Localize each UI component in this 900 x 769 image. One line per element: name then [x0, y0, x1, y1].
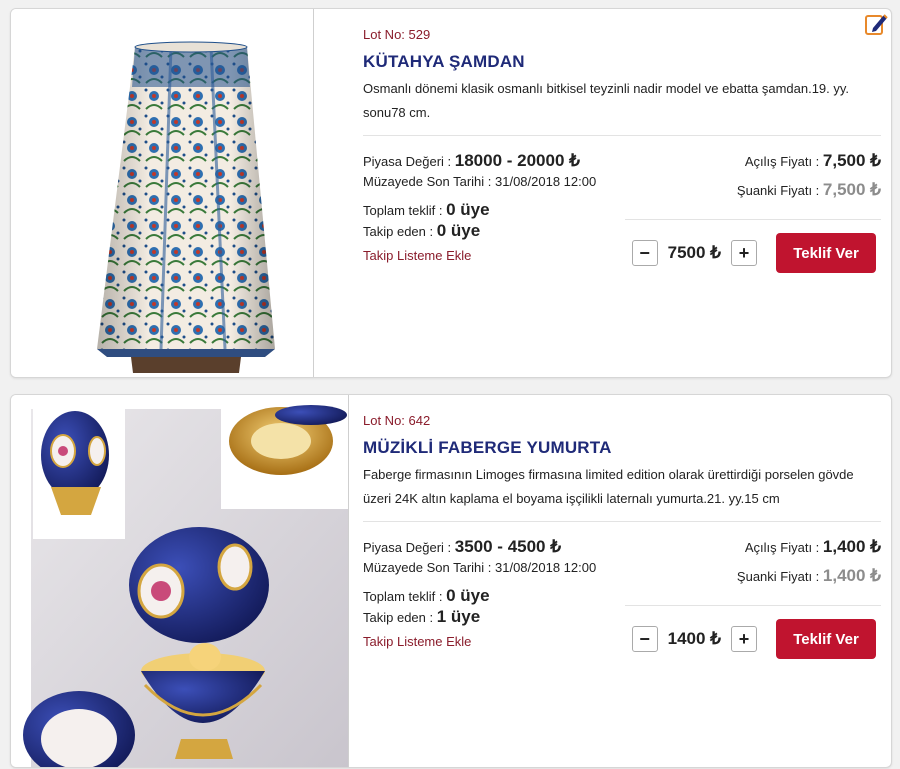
- market-value: 3500 - 4500 ₺: [454, 537, 562, 556]
- price-stats: Açılış Fiyatı : 7,500 ₺ Şuanki Fiyatı : …: [621, 151, 881, 201]
- market-value-label: Piyasa Değeri :: [363, 154, 455, 169]
- divider: [625, 605, 881, 606]
- lot-image[interactable]: [11, 395, 349, 767]
- opening-price: 1,400 ₺: [822, 537, 881, 556]
- lot-card: Lot No: 642 MÜZİKLİ FABERGE YUMURTA Fabe…: [10, 394, 892, 768]
- current-price: 7,500 ₺: [822, 180, 881, 199]
- lot-info: Lot No: 642 MÜZİKLİ FABERGE YUMURTA Fabe…: [363, 395, 881, 767]
- decrease-bid-button[interactable]: −: [631, 240, 658, 266]
- increase-bid-button[interactable]: +: [731, 240, 757, 266]
- followers-label: Takip eden :: [363, 224, 437, 239]
- lot-title[interactable]: MÜZİKLİ FABERGE YUMURTA: [363, 438, 612, 458]
- decrease-bid-button[interactable]: −: [631, 626, 658, 652]
- add-to-follow-list-link[interactable]: Takip Listeme Ekle: [363, 632, 623, 652]
- lot-card: Lot No: 529 KÜTAHYA ŞAMDAN Osmanlı dönem…: [10, 8, 892, 378]
- divider: [363, 135, 881, 136]
- divider: [363, 521, 881, 522]
- lot-title[interactable]: KÜTAHYA ŞAMDAN: [363, 52, 525, 72]
- lot-stats: Piyasa Değeri : 3500 - 4500 ₺ Müzayede S…: [363, 537, 623, 652]
- place-bid-button[interactable]: Teklif Ver: [776, 233, 876, 273]
- total-bids-label: Toplam teklif :: [363, 203, 447, 218]
- followers-label: Takip eden :: [363, 610, 437, 625]
- total-bids-value: 0 üye: [446, 200, 490, 219]
- current-price-label: Şuanki Fiyatı :: [736, 569, 823, 584]
- deadline: Müzayede Son Tarihi : 31/08/2018 12:00: [363, 560, 597, 575]
- deadline: Müzayede Son Tarihi : 31/08/2018 12:00: [363, 174, 597, 189]
- market-value-row: Piyasa Değeri : 3500 - 4500 ₺: [363, 537, 623, 558]
- lot-description: Faberge firmasının Limoges firmasına lim…: [363, 467, 854, 506]
- opening-price-row: Açılış Fiyatı : 7,500 ₺: [621, 151, 881, 172]
- opening-price: 7,500 ₺: [822, 151, 881, 170]
- total-bids-row: Toplam teklif : 0 üye: [363, 586, 623, 607]
- followers-row: Takip eden : 1 üye: [363, 607, 623, 628]
- lot-number: Lot No: 642: [363, 413, 431, 428]
- bid-controls: − 7500 ₺ + Teklif Ver: [631, 233, 876, 273]
- lot-description: Osmanlı dönemi klasik osmanlı bitkisel t…: [363, 81, 850, 120]
- divider: [625, 219, 881, 220]
- lot-number: Lot No: 529: [363, 27, 431, 42]
- lot-info: Lot No: 529 KÜTAHYA ŞAMDAN Osmanlı dönem…: [363, 9, 881, 377]
- increase-bid-button[interactable]: +: [731, 626, 757, 652]
- opening-price-label: Açılış Fiyatı :: [744, 154, 823, 169]
- market-value: 18000 - 20000 ₺: [454, 151, 580, 170]
- current-price: 1,400 ₺: [822, 566, 881, 585]
- opening-price-row: Açılış Fiyatı : 1,400 ₺: [621, 537, 881, 558]
- edit-note-icon[interactable]: [863, 11, 889, 42]
- market-value-row: Piyasa Değeri : 18000 - 20000 ₺: [363, 151, 623, 172]
- lot-image[interactable]: [11, 9, 314, 377]
- followers-value: 1 üye: [436, 607, 481, 626]
- price-stats: Açılış Fiyatı : 1,400 ₺ Şuanki Fiyatı : …: [621, 537, 881, 587]
- total-bids-label: Toplam teklif :: [363, 589, 447, 604]
- faberge-egg-image: [23, 405, 348, 767]
- candlestick-vase-image: [97, 41, 275, 373]
- place-bid-button[interactable]: Teklif Ver: [776, 619, 876, 659]
- followers-row: Takip eden : 0 üye: [363, 221, 623, 242]
- add-to-follow-list-link[interactable]: Takip Listeme Ekle: [363, 246, 623, 266]
- current-price-row: Şuanki Fiyatı : 7,500 ₺: [621, 180, 881, 201]
- market-value-label: Piyasa Değeri :: [363, 540, 455, 555]
- total-bids-row: Toplam teklif : 0 üye: [363, 200, 623, 221]
- opening-price-label: Açılış Fiyatı :: [744, 540, 823, 555]
- bid-amount: 1400 ₺: [667, 629, 721, 648]
- current-price-label: Şuanki Fiyatı :: [736, 183, 823, 198]
- total-bids-value: 0 üye: [446, 586, 490, 605]
- followers-value: 0 üye: [436, 221, 481, 240]
- lot-stats: Piyasa Değeri : 18000 - 20000 ₺ Müzayede…: [363, 151, 623, 266]
- current-price-row: Şuanki Fiyatı : 1,400 ₺: [621, 566, 881, 587]
- bid-amount: 7500 ₺: [667, 243, 721, 262]
- bid-controls: − 1400 ₺ + Teklif Ver: [631, 619, 876, 659]
